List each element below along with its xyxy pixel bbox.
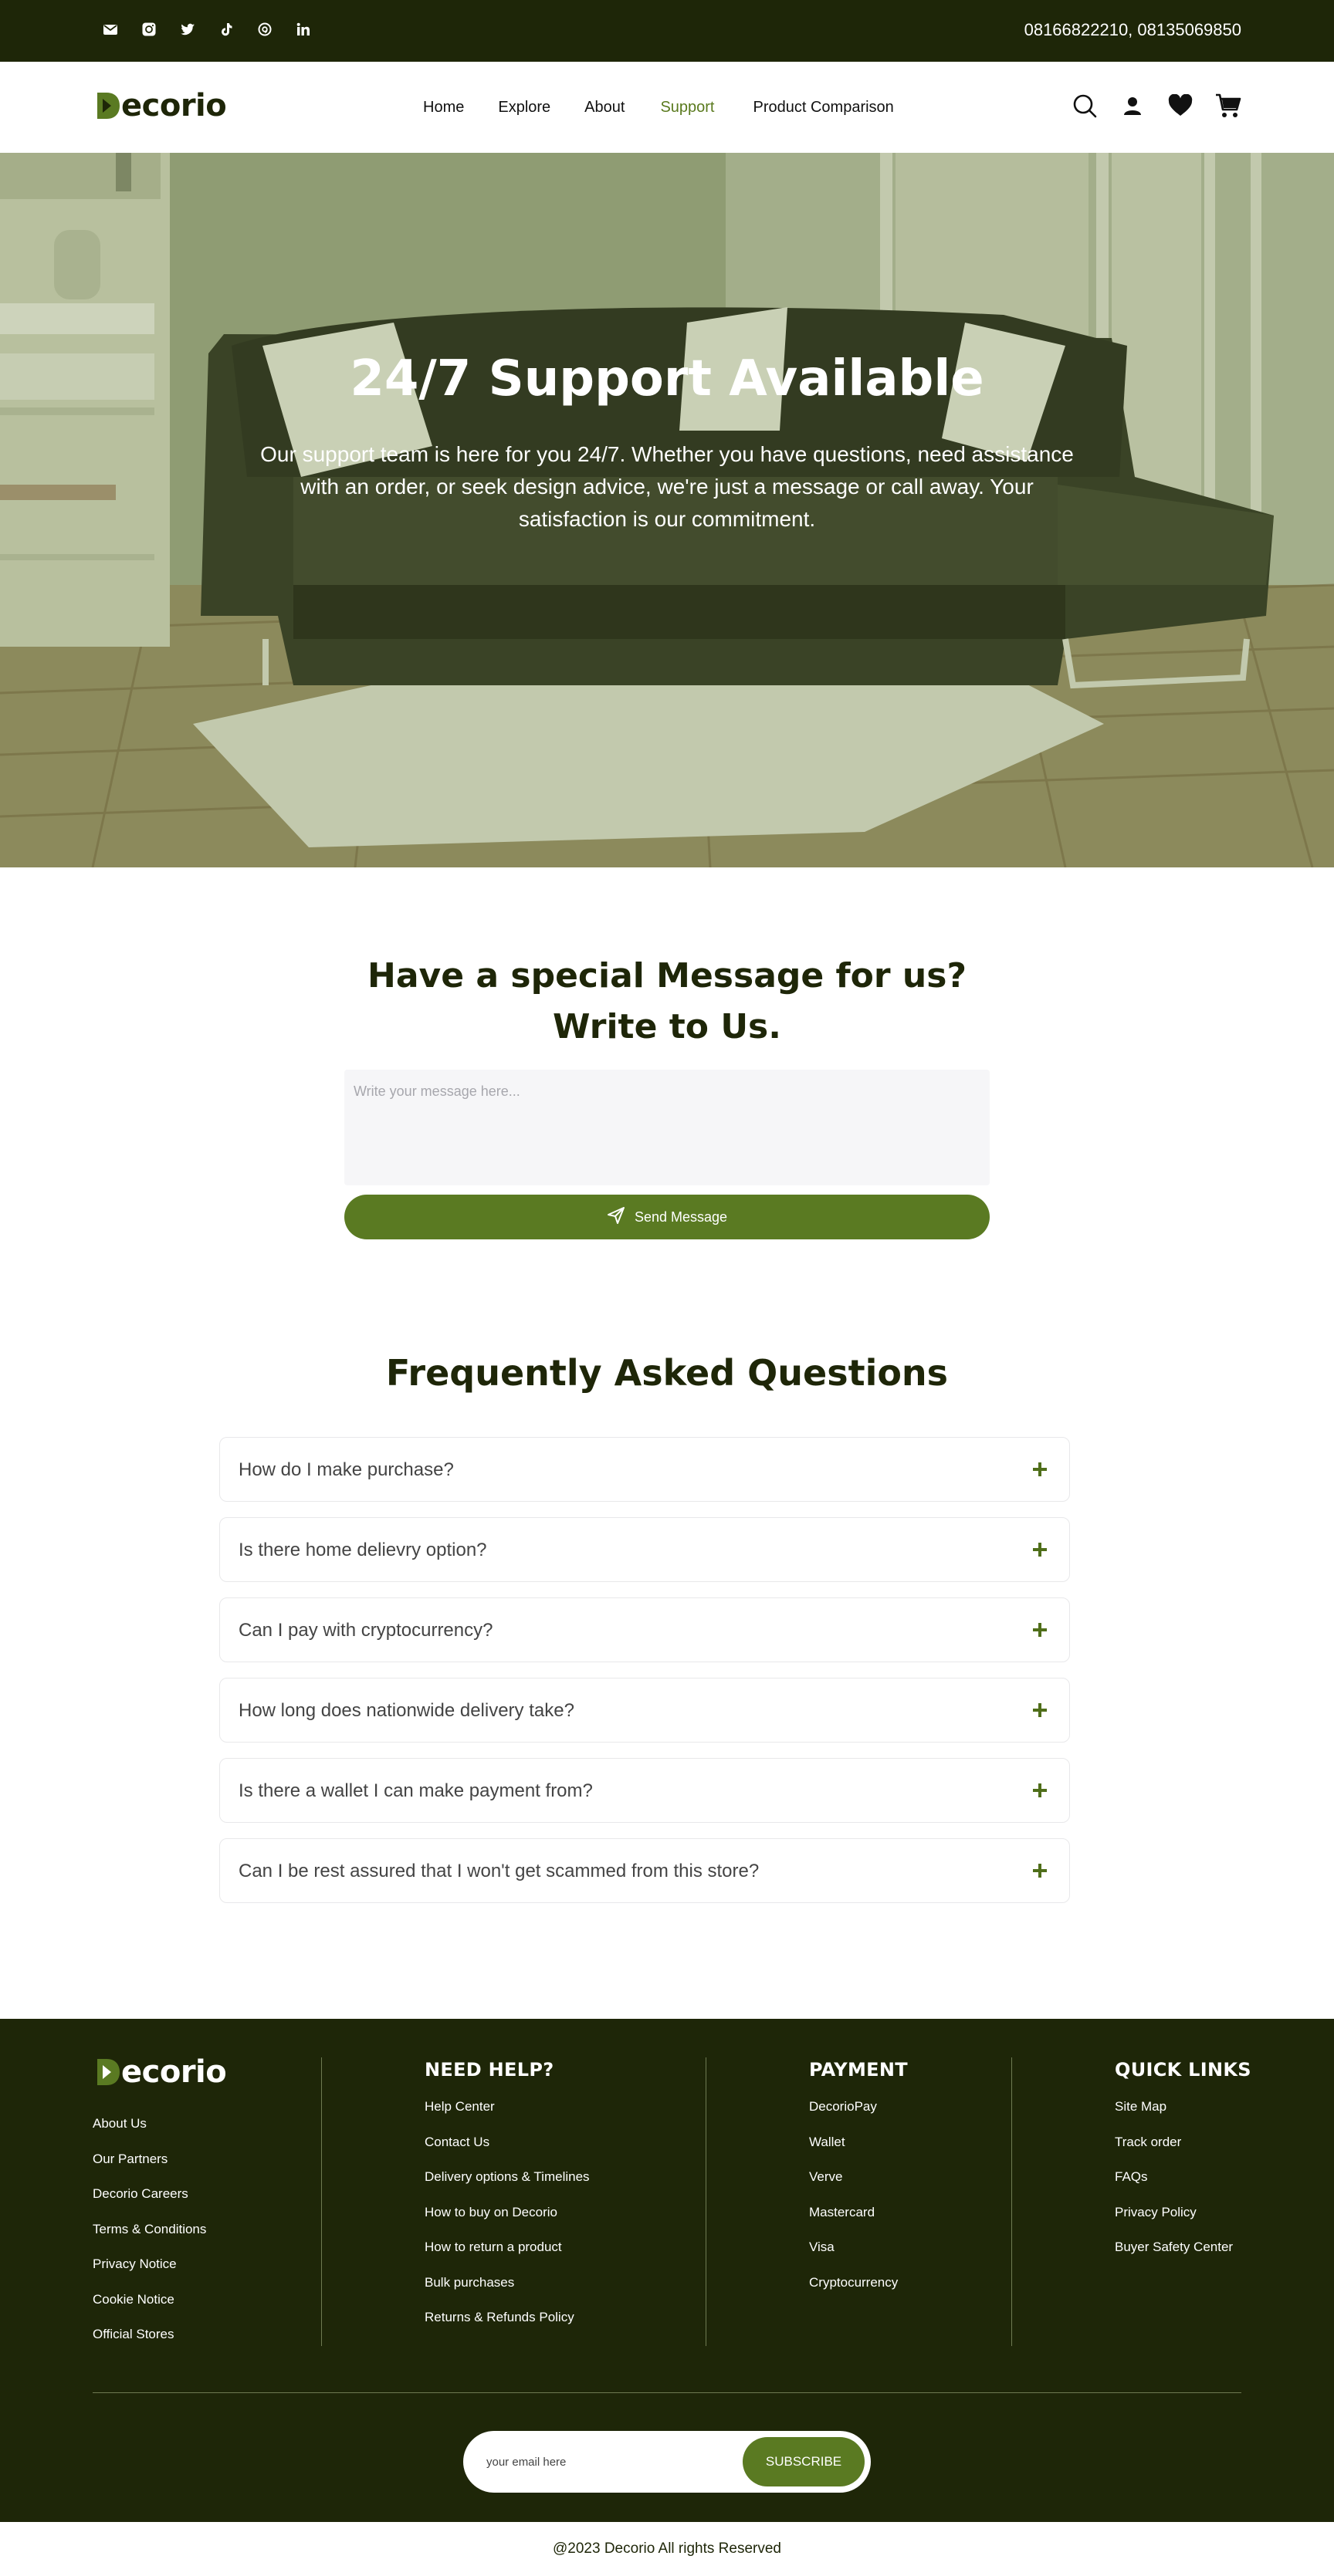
- footer-link[interactable]: Mastercard: [809, 2205, 908, 2220]
- newsletter-email-input[interactable]: [486, 2451, 718, 2473]
- footer-link[interactable]: Privacy Policy: [1115, 2205, 1251, 2220]
- footer-logo-text: ecorio: [121, 2054, 227, 2090]
- faq-title: Frequently Asked Questions: [385, 1352, 949, 1394]
- nav-link-about[interactable]: About: [584, 99, 625, 117]
- threads-icon[interactable]: [256, 21, 273, 38]
- footer-payment-column: PAYMENT DecorioPay Wallet Verve Masterca…: [809, 2059, 908, 2310]
- footer-link[interactable]: Returns & Refunds Policy: [425, 2310, 590, 2325]
- instagram-icon[interactable]: [141, 21, 157, 38]
- faq-item[interactable]: Can I be rest assured that I won't get s…: [219, 1838, 1070, 1903]
- top-bar: 08166822210, 08135069850: [0, 0, 1334, 62]
- footer-company-links: About Us Our Partners Decorio Careers Te…: [93, 2116, 206, 2362]
- footer-link[interactable]: Our Partners: [93, 2152, 206, 2167]
- logo[interactable]: ecorio: [96, 88, 227, 123]
- footer-link[interactable]: Delivery options & Timelines: [425, 2169, 590, 2185]
- heart-icon[interactable]: [1167, 93, 1193, 119]
- footer-link[interactable]: Contact Us: [425, 2135, 590, 2150]
- hero-description: Our support team is here for you 24/7. W…: [260, 442, 1074, 531]
- send-message-button[interactable]: Send Message: [344, 1195, 990, 1239]
- faq-item[interactable]: Is there a wallet I can make payment fro…: [219, 1758, 1070, 1823]
- plus-icon[interactable]: [1029, 1539, 1051, 1560]
- tiktok-icon[interactable]: [218, 21, 235, 38]
- contact-phone: 08166822210, 08135069850: [1024, 20, 1241, 39]
- nav-link-explore[interactable]: Explore: [498, 99, 550, 117]
- copyright-text: @2023 Decorio All rights Reserved: [0, 2522, 1334, 2576]
- footer-link[interactable]: Cryptocurrency: [809, 2275, 908, 2290]
- faq-question: How do I make purchase?: [239, 1459, 454, 1480]
- footer-separator: [93, 2392, 1241, 2393]
- faq-question: Is there home delievry option?: [239, 1540, 487, 1560]
- footer-link[interactable]: About Us: [93, 2116, 206, 2131]
- footer-link[interactable]: Official Stores: [93, 2327, 206, 2342]
- subscribe-button[interactable]: SUBSCRIBE: [743, 2437, 865, 2486]
- footer-quick-title: QUICK LINKS: [1115, 2059, 1251, 2081]
- social-links: [102, 21, 312, 38]
- faq-item[interactable]: Is there home delievry option?: [219, 1517, 1070, 1582]
- hero-banner: 24/7 Support Available Our support team …: [0, 153, 1334, 867]
- linkedin-icon[interactable]: [295, 21, 312, 38]
- footer-link[interactable]: How to buy on Decorio: [425, 2205, 590, 2220]
- footer-divider: [1011, 2057, 1012, 2346]
- footer-link[interactable]: Wallet: [809, 2135, 908, 2150]
- footer-link[interactable]: FAQs: [1115, 2169, 1251, 2185]
- footer-link[interactable]: Verve: [809, 2169, 908, 2185]
- newsletter-form: SUBSCRIBE: [463, 2431, 871, 2493]
- footer-link[interactable]: DecorioPay: [809, 2099, 908, 2115]
- footer-link[interactable]: Help Center: [425, 2099, 590, 2115]
- footer-link[interactable]: Cookie Notice: [93, 2292, 206, 2307]
- footer-logo[interactable]: ecorio: [96, 2054, 227, 2090]
- footer-divider: [321, 2057, 322, 2346]
- nav-actions: [1072, 93, 1241, 119]
- message-textarea[interactable]: [344, 1070, 990, 1185]
- logo-text: ecorio: [121, 88, 227, 123]
- logo-mark-icon: [96, 90, 120, 122]
- footer-link[interactable]: Visa: [809, 2240, 908, 2255]
- footer-link[interactable]: How to return a product: [425, 2240, 590, 2255]
- message-title-line-1: Have a special Message for us?: [367, 956, 967, 996]
- footer-quick-links-column: QUICK LINKS Site Map Track order FAQs Pr…: [1115, 2059, 1251, 2275]
- footer-link[interactable]: Site Map: [1115, 2099, 1251, 2115]
- nav-link-home[interactable]: Home: [423, 99, 464, 117]
- cart-icon[interactable]: [1215, 93, 1241, 119]
- footer-help-column: NEED HELP? Help Center Contact Us Delive…: [425, 2059, 590, 2345]
- search-icon[interactable]: [1072, 93, 1098, 119]
- footer-link[interactable]: Track order: [1115, 2135, 1251, 2150]
- plus-icon[interactable]: [1029, 1459, 1051, 1480]
- footer-link[interactable]: Buyer Safety Center: [1115, 2240, 1251, 2255]
- nav-link-product-comparison[interactable]: Product Comparison: [753, 99, 894, 117]
- nav-link-support[interactable]: Support: [660, 99, 714, 117]
- footer-link[interactable]: Bulk purchases: [425, 2275, 590, 2290]
- plus-icon[interactable]: [1029, 1699, 1051, 1721]
- footer-help-title: NEED HELP?: [425, 2059, 554, 2081]
- footer-link[interactable]: Terms & Conditions: [93, 2222, 206, 2237]
- faq-item[interactable]: How long does nationwide delivery take?: [219, 1678, 1070, 1743]
- main-navbar: ecorio Home Explore About Support Produc…: [0, 62, 1334, 153]
- message-section-title: Have a special Message for us? Write to …: [0, 951, 1334, 1053]
- faq-question: Is there a wallet I can make payment fro…: [239, 1780, 593, 1801]
- faq-item[interactable]: How do I make purchase?: [219, 1437, 1070, 1502]
- nav-menu: Home Explore About Support Product Compa…: [423, 99, 894, 117]
- plus-icon[interactable]: [1029, 1860, 1051, 1881]
- mail-icon[interactable]: [102, 21, 119, 38]
- footer: ecorio About Us Our Partners Decorio Car…: [0, 2019, 1334, 2522]
- faq-question: How long does nationwide delivery take?: [239, 1700, 574, 1721]
- plus-icon[interactable]: [1029, 1780, 1051, 1801]
- message-title-line-2: Write to Us.: [553, 1007, 781, 1046]
- footer-link[interactable]: Decorio Careers: [93, 2186, 206, 2202]
- send-icon: [607, 1206, 625, 1229]
- faq-question: Can I be rest assured that I won't get s…: [239, 1861, 760, 1881]
- footer-payment-title: PAYMENT: [809, 2059, 908, 2081]
- faq-list: How do I make purchase? Is there home de…: [219, 1437, 1070, 1918]
- faq-question: Can I pay with cryptocurrency?: [239, 1620, 493, 1641]
- twitter-icon[interactable]: [179, 21, 196, 38]
- user-icon[interactable]: [1119, 93, 1146, 119]
- faq-item[interactable]: Can I pay with cryptocurrency?: [219, 1597, 1070, 1662]
- send-message-label: Send Message: [634, 1209, 728, 1225]
- plus-icon[interactable]: [1029, 1619, 1051, 1641]
- hero-title: 24/7 Support Available: [350, 350, 984, 407]
- footer-link[interactable]: Privacy Notice: [93, 2257, 206, 2272]
- logo-mark-icon: [96, 2056, 120, 2088]
